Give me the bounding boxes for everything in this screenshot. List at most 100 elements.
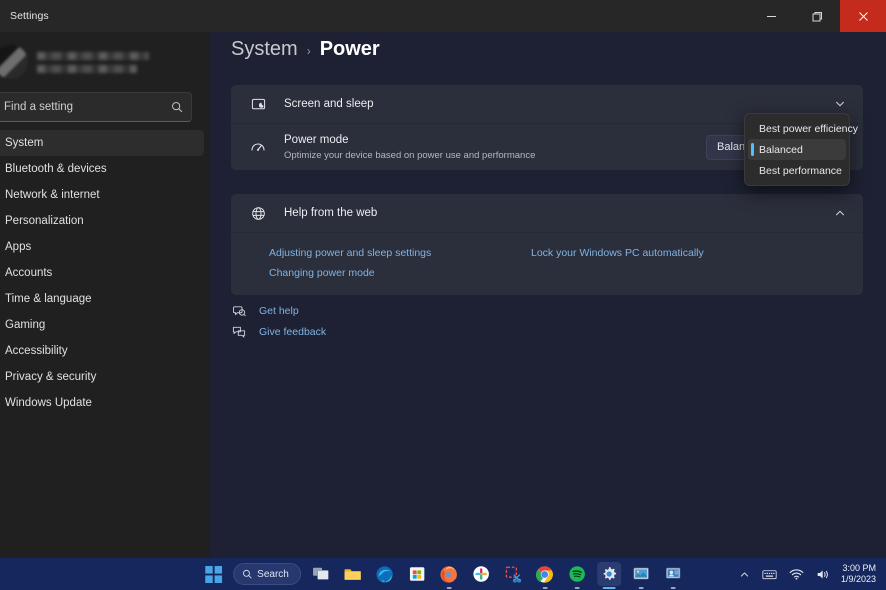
- taskbar-search-label: Search: [257, 568, 289, 580]
- microsoft-store-icon: [409, 567, 425, 581]
- taskbar-settings-button[interactable]: [596, 562, 621, 589]
- task-view-icon: [312, 567, 329, 580]
- get-help-link[interactable]: Get help: [231, 304, 326, 318]
- running-indicator: [542, 587, 548, 589]
- tray-overflow-button[interactable]: [733, 561, 756, 587]
- power-gauge-icon: [246, 139, 270, 155]
- chevron-down-icon[interactable]: [834, 98, 846, 110]
- sidebar-item-accounts[interactable]: Accounts: [0, 260, 204, 286]
- sidebar-item-network-internet[interactable]: Network & internet: [0, 182, 204, 208]
- globe-icon: [246, 206, 270, 221]
- wifi-icon: [789, 568, 804, 580]
- help-links-column-1: Adjusting power and sleep settings Chang…: [269, 247, 531, 279]
- chevron-up-icon[interactable]: [834, 207, 846, 219]
- taskbar-slack-button[interactable]: [469, 562, 493, 586]
- give-feedback-link[interactable]: Give feedback: [231, 325, 326, 339]
- sidebar-item-label: Gaming: [5, 319, 46, 331]
- chevron-right-icon: ›: [306, 44, 311, 58]
- search-icon: [171, 101, 183, 113]
- dropdown-option-best-power-efficiency[interactable]: Best power efficiency: [748, 118, 858, 139]
- get-help-label: Get help: [259, 305, 299, 317]
- microsoft-edge-icon: [376, 565, 394, 583]
- running-indicator: [446, 587, 452, 589]
- restore-button[interactable]: [794, 0, 840, 32]
- active-indicator: [602, 587, 616, 589]
- taskbar-task-view-button[interactable]: [309, 562, 333, 586]
- search-icon: [242, 569, 252, 579]
- sidebar-item-label: Accounts: [5, 267, 53, 279]
- chevron-up-icon: [740, 571, 749, 577]
- running-indicator: [638, 587, 644, 589]
- sidebar-item-accessibility[interactable]: Accessibility: [0, 338, 204, 364]
- taskbar-clock[interactable]: 3:00 PM 1/9/2023: [837, 563, 882, 585]
- sidebar-item-label: Time & language: [5, 293, 92, 305]
- power-mode-text: Power mode Optimize your device based on…: [284, 133, 706, 162]
- help-from-web-card: Help from the web Adjusting power and sl…: [231, 194, 863, 295]
- sidebar-item-bluetooth-devices[interactable]: Bluetooth & devices: [0, 156, 204, 182]
- dropdown-option-best-performance[interactable]: Best performance: [748, 160, 846, 181]
- sidebar-item-apps[interactable]: Apps: [0, 234, 204, 260]
- start-icon: [204, 565, 222, 583]
- power-mode-dropdown: Best power efficiency Balanced Best perf…: [744, 113, 858, 186]
- taskbar-photos-button[interactable]: [629, 562, 653, 589]
- dropdown-option-balanced[interactable]: Balanced: [748, 139, 846, 160]
- sidebar-nav-list: System Bluetooth & devices Network & int…: [0, 130, 204, 416]
- taskbar-google-chrome-button[interactable]: [533, 562, 557, 589]
- help-from-web-title: Help from the web: [284, 206, 378, 219]
- keyboard-icon: [762, 569, 777, 579]
- help-links-column-2: Lock your Windows PC automatically: [531, 247, 704, 279]
- taskbar-spotify-button[interactable]: [565, 562, 589, 589]
- search-box[interactable]: [0, 92, 192, 122]
- taskbar-file-explorer-button[interactable]: [341, 562, 365, 586]
- file-explorer-icon: [344, 568, 361, 580]
- user-profile[interactable]: [0, 36, 170, 88]
- content-pane: System › Power Screen and sleep Power mo…: [210, 32, 886, 557]
- screen: Settings Find a setting System Bluetooth…: [0, 0, 886, 590]
- sidebar-item-gaming[interactable]: Gaming: [0, 312, 204, 338]
- sidebar-item-label: Privacy & security: [5, 371, 97, 383]
- taskbar-remote-desktop-button[interactable]: [661, 562, 685, 589]
- taskbar-search-button[interactable]: Search: [233, 563, 301, 585]
- help-link-lock-windows-pc[interactable]: Lock your Windows PC automatically: [531, 247, 704, 259]
- sidebar-item-time-language[interactable]: Time & language: [0, 286, 204, 312]
- breadcrumb-system-link[interactable]: System: [231, 38, 298, 61]
- spotify-icon: [569, 566, 585, 582]
- taskbar: Search 3:00 PM 1/9/2023: [0, 558, 886, 590]
- sidebar-item-windows-update[interactable]: Windows Update: [0, 390, 204, 416]
- taskbar-center-group: Search: [201, 562, 685, 589]
- feedback-icon: [231, 325, 247, 339]
- screen-and-sleep-title: Screen and sleep: [284, 97, 374, 110]
- help-link-adjusting-power-sleep[interactable]: Adjusting power and sleep settings: [269, 247, 431, 259]
- screen-and-sleep-text: Screen and sleep: [284, 97, 834, 112]
- close-button[interactable]: [840, 0, 886, 32]
- speaker-icon: [817, 570, 828, 578]
- tray-volume-button[interactable]: [810, 561, 837, 587]
- taskbar-microsoft-store-button[interactable]: [405, 562, 429, 586]
- system-tray: 3:00 PM 1/9/2023: [733, 558, 882, 590]
- help-link-changing-power-mode[interactable]: Changing power mode: [269, 267, 375, 279]
- profile-account-redacted: [37, 64, 137, 73]
- sidebar-item-personalization[interactable]: Personalization: [0, 208, 204, 234]
- avatar: [0, 45, 28, 79]
- give-feedback-label: Give feedback: [259, 326, 327, 338]
- help-from-web-text: Help from the web: [284, 206, 834, 221]
- sidebar-item-label: Personalization: [5, 215, 84, 227]
- sidebar: System Bluetooth & devices Network & int…: [0, 32, 210, 557]
- help-from-web-header[interactable]: Help from the web: [231, 194, 863, 232]
- tray-network-button[interactable]: [783, 561, 810, 587]
- minimize-button[interactable]: [748, 0, 794, 32]
- help-links-area: Adjusting power and sleep settings Chang…: [231, 232, 863, 295]
- profile-name-redacted: [37, 51, 149, 60]
- sidebar-item-system[interactable]: System: [0, 130, 204, 156]
- firefox-icon: [440, 565, 458, 583]
- search-input[interactable]: [4, 101, 171, 113]
- close-icon: [858, 11, 868, 21]
- taskbar-start-button[interactable]: [201, 562, 225, 586]
- taskbar-firefox-button[interactable]: [437, 562, 461, 589]
- taskbar-microsoft-edge-button[interactable]: [373, 562, 397, 586]
- sidebar-item-privacy-security[interactable]: Privacy & security: [0, 364, 204, 390]
- tray-input-indicator-button[interactable]: [756, 561, 783, 587]
- taskbar-snipping-tool-button[interactable]: [501, 562, 525, 586]
- settings-window: Settings Find a setting System Bluetooth…: [0, 0, 886, 557]
- remote-desktop-icon: [665, 567, 680, 579]
